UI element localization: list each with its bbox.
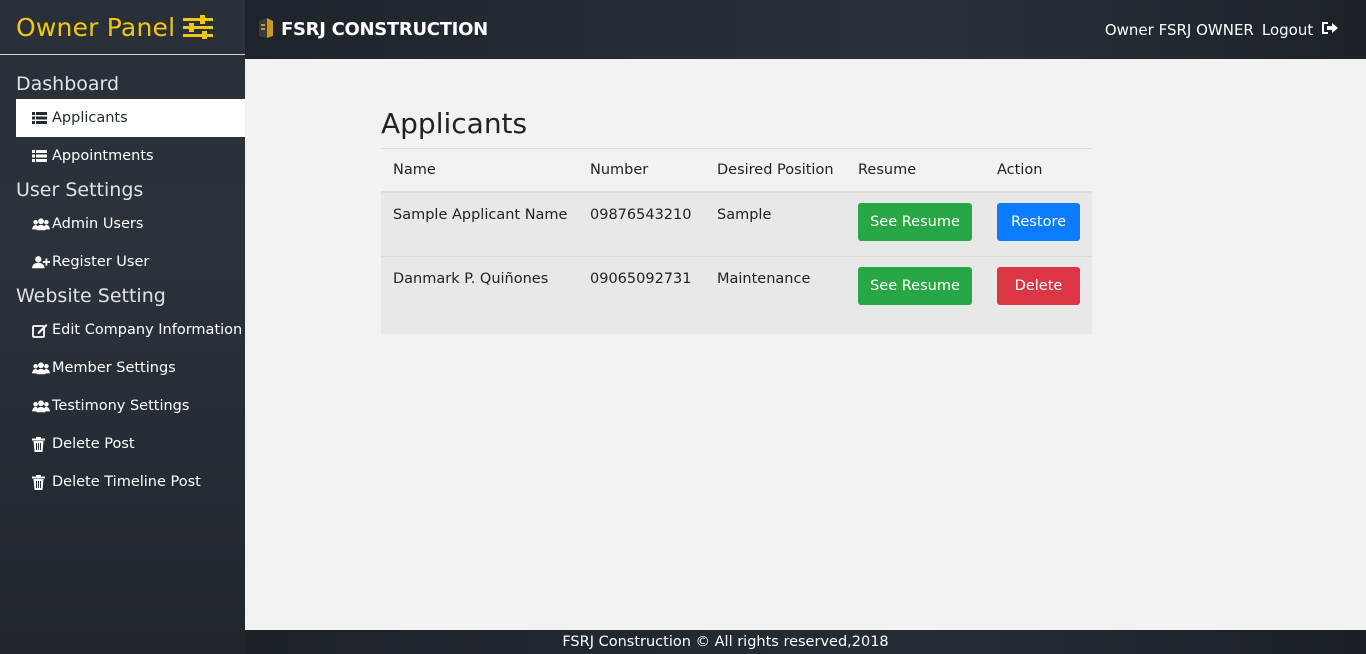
sidebar-item-admin-users[interactable]: Admin Users	[0, 205, 245, 243]
edit-icon	[32, 323, 50, 338]
sign-out-icon	[1322, 21, 1338, 39]
trash-icon	[32, 474, 50, 490]
applicant-number: 09876543210	[578, 192, 705, 257]
applicant-number: 09065092731	[590, 270, 692, 287]
building-logo-icon	[257, 17, 275, 43]
footer-copyright: FSRJ Construction © All rights reserved,…	[562, 634, 889, 650]
sidebar-item-label: Member Settings	[52, 360, 176, 376]
sidebar-item-label: Appointments	[52, 148, 154, 164]
sidebar-item-label: Edit Company Information	[52, 322, 243, 338]
sidebar-item-register-user[interactable]: Register User	[0, 243, 245, 281]
sidebar-item-label: Admin Users	[52, 216, 144, 232]
sidebar-item-label: Applicants	[52, 110, 128, 126]
table-header-row: Name Number Desired Position Resume Acti…	[381, 149, 1092, 193]
resume-cell: See Resume	[846, 192, 985, 257]
user-plus-icon	[32, 255, 50, 269]
restore-button[interactable]: Restore	[997, 203, 1080, 241]
applicant-name: Danmark P. Quiñones	[393, 270, 549, 287]
user-menu: Owner FSRJ OWNER Logout	[1101, 0, 1338, 59]
sidebar-item-applicants[interactable]: Applicants	[16, 99, 245, 137]
sidebar-item-delete-post[interactable]: Delete Post	[0, 425, 245, 463]
table-row: Danmark P. Quiñones 09065092731 Maintena…	[381, 256, 1092, 334]
sidebar: Owner Panel Dashboard Applicants Appoint…	[0, 0, 245, 654]
column-header: Desired Position	[705, 149, 846, 193]
section-dashboard: Dashboard	[16, 73, 120, 95]
list-icon	[32, 112, 50, 124]
main-content: Applicants Name Number Desired Position …	[245, 59, 1366, 630]
logout-link[interactable]: Logout	[1258, 21, 1338, 39]
column-header: Action	[985, 149, 1092, 193]
brand-title: Owner Panel	[16, 12, 176, 42]
list-icon	[32, 150, 50, 162]
applicant-name: Sample Applicant Name	[381, 192, 578, 257]
table-row: Sample Applicant Name 09876543210 Sample…	[381, 192, 1092, 257]
users-icon	[32, 217, 50, 231]
column-header: Resume	[846, 149, 985, 193]
see-resume-button[interactable]: See Resume	[858, 203, 972, 241]
company-logo[interactable]: FSRJ CONSTRUCTION	[257, 17, 488, 43]
sidebar-item-label: Register User	[52, 254, 150, 270]
page-title: Applicants	[381, 107, 528, 140]
column-header: Name	[381, 149, 578, 193]
applicants-table: Name Number Desired Position Resume Acti…	[381, 149, 1092, 334]
sliders-icon[interactable]	[183, 15, 214, 39]
sidebar-item-label: Testimony Settings	[52, 398, 190, 414]
applicant-position: Maintenance	[717, 270, 811, 287]
sidebar-item-label: Delete Timeline Post	[52, 474, 201, 490]
sidebar-item-delete-timeline-post[interactable]: Delete Timeline Post	[0, 463, 245, 501]
sidebar-item-member-settings[interactable]: Member Settings	[0, 349, 245, 387]
section-website-setting: Website Setting	[16, 285, 166, 307]
applicants-table-container: Name Number Desired Position Resume Acti…	[381, 148, 1092, 334]
see-resume-button[interactable]: See Resume	[858, 266, 972, 305]
column-header: Number	[578, 149, 705, 193]
users-icon	[32, 399, 50, 413]
users-icon	[32, 361, 50, 375]
footer: FSRJ Construction © All rights reserved,…	[245, 630, 1366, 654]
topbar: FSRJ CONSTRUCTION Owner FSRJ OWNER Logou…	[245, 0, 1366, 59]
applicant-position: Sample	[705, 192, 846, 257]
logo-text: FSRJ CONSTRUCTION	[281, 19, 488, 40]
sidebar-item-edit-company[interactable]: Edit Company Information	[0, 311, 245, 349]
action-cell: Restore	[985, 192, 1092, 257]
trash-icon	[32, 436, 50, 452]
user-name: Owner FSRJ OWNER	[1104, 20, 1254, 39]
sidebar-item-appointments[interactable]: Appointments	[0, 137, 245, 175]
delete-button[interactable]: Delete	[997, 266, 1080, 305]
section-user-settings: User Settings	[16, 179, 144, 201]
sidebar-item-label: Delete Post	[52, 436, 135, 452]
action-cell: Delete	[985, 256, 1092, 334]
logout-label: Logout	[1261, 20, 1314, 39]
sidebar-item-testimony-settings[interactable]: Testimony Settings	[0, 387, 245, 425]
resume-cell: See Resume	[846, 256, 985, 334]
sidebar-brand: Owner Panel	[0, 0, 245, 55]
